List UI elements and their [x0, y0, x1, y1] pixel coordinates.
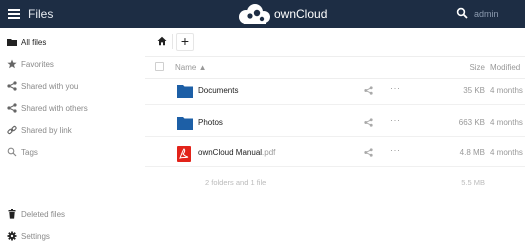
logo-text: ownCloud — [274, 7, 328, 21]
share-icon[interactable] — [364, 86, 373, 95]
app-title[interactable]: Files — [28, 7, 53, 21]
folder-icon — [7, 39, 17, 46]
sidebar-item-label: Shared with others — [21, 104, 88, 113]
file-summary: 2 folders and 1 file 5.5 MB — [145, 174, 525, 192]
sidebar-item-favorites[interactable]: Favorites — [0, 54, 145, 76]
search-icon[interactable] — [456, 7, 468, 19]
owncloud-logo-icon — [239, 4, 270, 24]
folder-icon — [177, 117, 193, 130]
share-icon[interactable] — [364, 118, 373, 127]
file-modified: 4 months ago — [490, 86, 525, 95]
sidebar-item-all-files[interactable]: All files — [0, 32, 145, 54]
star-icon — [7, 59, 17, 69]
sort-by-name[interactable]: Name ▲ — [175, 63, 206, 72]
sidebar-item-label: Tags — [21, 148, 38, 157]
share-icon — [7, 103, 17, 113]
file-size: 35 KB — [463, 86, 485, 95]
breadcrumb-separator — [172, 34, 173, 49]
more-actions-icon[interactable]: ··· — [390, 145, 401, 155]
sidebar-item-label: Settings — [21, 232, 50, 241]
folder-icon — [177, 85, 193, 98]
more-actions-icon[interactable]: ··· — [390, 83, 401, 93]
file-list-area: + Name ▲ Size Modified Documents ··· 35 … — [145, 28, 525, 246]
sort-by-size[interactable]: Size — [465, 63, 485, 72]
file-size: 663 KB — [458, 118, 485, 127]
table-row[interactable]: Documents ··· 35 KB 4 months ago — [145, 78, 525, 105]
summary-count: 2 folders and 1 file — [205, 178, 267, 187]
sort-by-modified[interactable]: Modified — [490, 63, 520, 72]
hamburger-icon[interactable] — [8, 9, 20, 19]
sidebar-item-tags[interactable]: Tags — [0, 142, 145, 164]
sidebar-item-shared-with-others[interactable]: Shared with others — [0, 98, 145, 120]
table-row[interactable]: ownCloud Manual.pdf ··· 4.8 MB 4 months … — [145, 140, 525, 167]
sidebar-item-shared-with-you[interactable]: Shared with you — [0, 76, 145, 98]
sidebar-item-settings[interactable]: Settings — [0, 226, 145, 248]
new-button[interactable]: + — [176, 33, 194, 51]
file-modified: 4 months ago — [490, 148, 525, 157]
trash-icon — [8, 209, 16, 219]
sidebar-item-label: Deleted files — [21, 210, 66, 219]
file-name[interactable]: Documents — [198, 86, 238, 95]
summary-total-size: 5.5 MB — [461, 178, 485, 187]
home-icon[interactable] — [157, 36, 167, 46]
more-actions-icon[interactable]: ··· — [390, 115, 401, 125]
sidebar-item-label: All files — [21, 38, 47, 47]
sidebar-item-label: Shared by link — [21, 126, 72, 135]
file-name[interactable]: ownCloud Manual.pdf — [198, 148, 275, 157]
gear-icon — [7, 231, 17, 241]
breadcrumb: + — [145, 28, 525, 57]
file-modified: 4 months ago — [490, 118, 525, 127]
file-size: 4.8 MB — [459, 148, 485, 157]
link-icon — [7, 125, 17, 135]
top-bar: Files ownCloud admin — [0, 0, 525, 28]
tag-icon — [7, 147, 17, 157]
share-icon — [7, 81, 17, 91]
sidebar-item-label: Favorites — [21, 60, 54, 69]
file-name[interactable]: Photos — [198, 118, 223, 127]
select-all-checkbox[interactable] — [155, 62, 164, 71]
table-header: Name ▲ Size Modified — [145, 56, 525, 79]
sidebar-item-shared-by-link[interactable]: Shared by link — [0, 120, 145, 142]
sidebar-item-deleted-files[interactable]: Deleted files — [0, 204, 145, 226]
user-menu[interactable]: admin — [474, 9, 499, 19]
share-icon[interactable] — [364, 148, 373, 157]
sidebar: All files Favorites Shared with you Shar… — [0, 28, 145, 246]
pdf-icon — [177, 146, 191, 162]
table-row[interactable]: Photos ··· 663 KB 4 months ago — [145, 110, 525, 137]
sidebar-item-label: Shared with you — [21, 82, 79, 91]
